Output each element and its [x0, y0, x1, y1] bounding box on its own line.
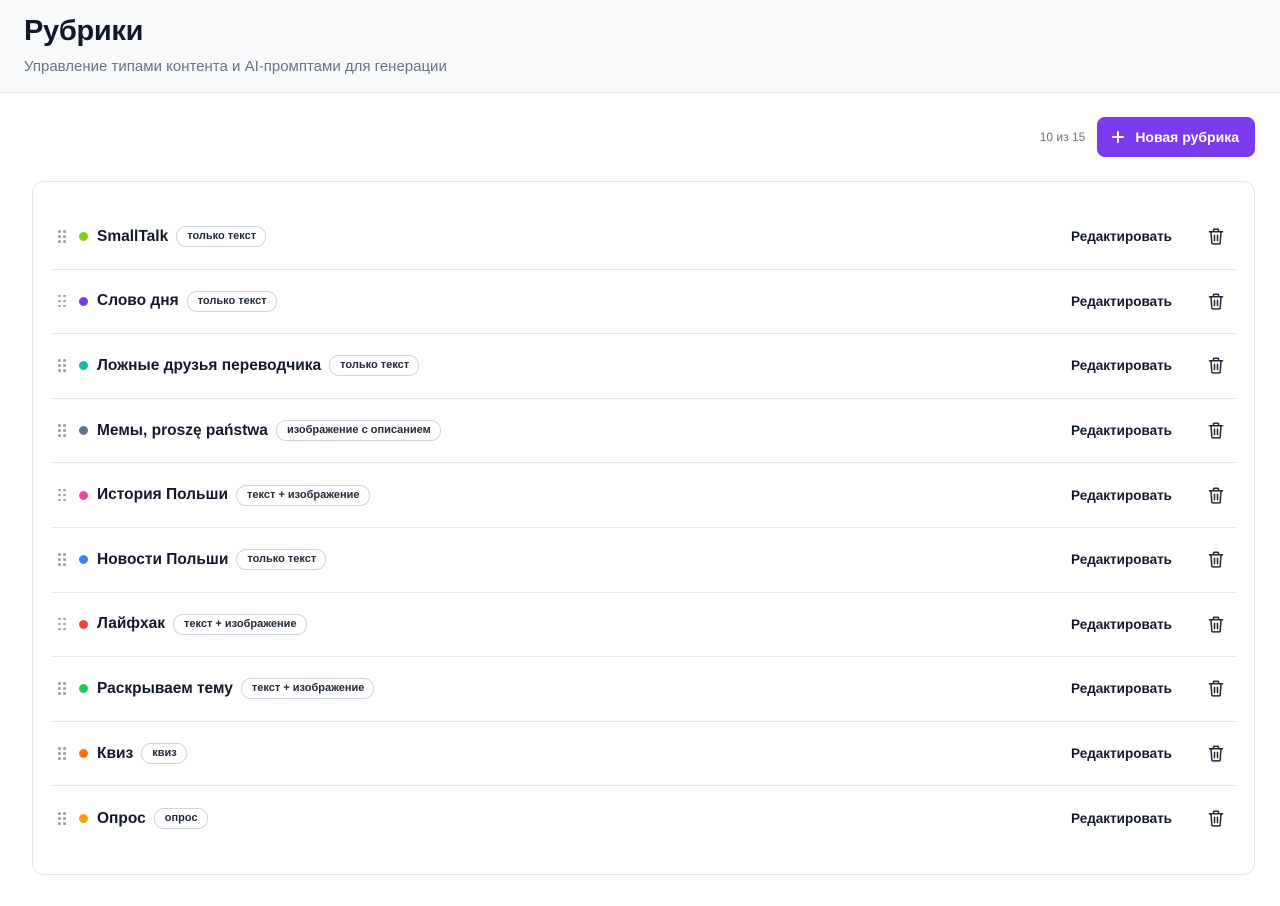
trash-icon [1208, 810, 1224, 827]
delete-button[interactable] [1198, 673, 1234, 705]
rubric-row-7: Лайфхак текст + изображение Редактироват… [51, 593, 1236, 658]
delete-button[interactable] [1198, 803, 1234, 835]
rubric-row-3: Ложные друзья переводчика только текст Р… [51, 334, 1236, 399]
drag-handle-icon[interactable] [58, 488, 66, 502]
drag-handle-icon[interactable] [58, 812, 66, 825]
rubric-type-badge: только текст [176, 226, 267, 248]
rubric-color-dot [79, 490, 88, 500]
rubric-color-dot [79, 684, 88, 694]
rubric-type-badge: только текст [329, 355, 420, 377]
rubric-type-badge: опрос [153, 808, 208, 830]
new-rubric-button[interactable]: Новая рубрика [1097, 117, 1255, 157]
drag-handle-icon[interactable] [58, 230, 66, 243]
rubric-name: SmallTalk [97, 227, 169, 245]
rubric-color-dot [79, 749, 88, 759]
trash-icon [1208, 422, 1224, 439]
drag-handle-icon[interactable] [58, 424, 66, 437]
rubric-counter: 10 из 15 [1039, 130, 1086, 144]
trash-icon [1208, 551, 1224, 568]
rubric-name: Опрос [97, 809, 146, 827]
rubric-row-8: Раскрываем тему текст + изображение Реда… [51, 657, 1236, 722]
delete-button[interactable] [1198, 608, 1234, 640]
rubric-name: Новости Польши [97, 550, 229, 568]
toolbar: 10 из 15 Новая рубрика [0, 93, 1280, 181]
edit-button[interactable]: Редактировать [1071, 617, 1172, 632]
trash-icon [1208, 616, 1224, 633]
rubric-color-dot [79, 555, 88, 565]
trash-icon [1208, 358, 1224, 375]
rubric-row-10: Опрос опрос Редактировать [51, 786, 1236, 851]
edit-button[interactable]: Редактировать [1071, 681, 1172, 696]
new-rubric-button-label: Новая рубрика [1135, 129, 1239, 145]
rubric-name: Лайфхак [97, 615, 165, 633]
rubric-type-badge: квиз [141, 743, 187, 765]
delete-button[interactable] [1198, 544, 1234, 576]
rubric-color-dot [79, 426, 88, 436]
drag-handle-icon[interactable] [58, 747, 66, 760]
rubric-name: Ложные друзья переводчика [97, 356, 322, 374]
rubric-color-dot [79, 619, 88, 629]
trash-icon [1208, 487, 1224, 504]
delete-button[interactable] [1198, 479, 1234, 511]
rubric-name: Мемы, proszę państwa [97, 421, 268, 439]
delete-button[interactable] [1198, 738, 1234, 770]
edit-button[interactable]: Редактировать [1071, 294, 1172, 309]
rubric-row-1: SmallTalk только текст Редактировать [51, 205, 1236, 270]
trash-icon [1208, 745, 1224, 762]
rubric-list: SmallTalk только текст Редактировать Сло… [32, 181, 1255, 875]
page-title: Рубрики [24, 15, 144, 47]
rubric-color-dot [79, 296, 88, 306]
edit-button[interactable]: Редактировать [1071, 811, 1172, 826]
rubric-name: Раскрываем тему [97, 679, 233, 697]
edit-button[interactable]: Редактировать [1071, 229, 1172, 244]
rubric-name: Слово дня [97, 292, 179, 310]
delete-button[interactable] [1198, 415, 1234, 447]
edit-button[interactable]: Редактировать [1071, 746, 1172, 761]
trash-icon [1208, 228, 1224, 245]
trash-icon [1208, 293, 1224, 310]
rubric-row-5: История Польши текст + изображение Редак… [51, 463, 1236, 528]
page-header: Рубрики Управление типами контента и AI-… [0, 0, 1280, 93]
delete-button[interactable] [1198, 221, 1234, 253]
delete-button[interactable] [1198, 350, 1234, 382]
rubric-type-badge: только текст [186, 290, 277, 312]
plus-icon [1112, 131, 1125, 143]
drag-handle-icon[interactable] [58, 617, 66, 631]
trash-icon [1208, 681, 1224, 698]
rubric-color-dot [79, 361, 88, 371]
rubric-name: Квиз [97, 744, 134, 762]
rubric-row-2: Слово дня только текст Редактировать [51, 270, 1236, 335]
rubric-row-4: Мемы, proszę państwa изображение с описа… [51, 399, 1236, 464]
delete-button[interactable] [1198, 285, 1234, 317]
rubric-type-badge: изображение с описанием [275, 420, 441, 442]
drag-handle-icon[interactable] [58, 294, 66, 308]
page-subtitle: Управление типами контента и AI-промптам… [24, 58, 447, 75]
edit-button[interactable]: Редактировать [1071, 488, 1172, 503]
edit-button[interactable]: Редактировать [1071, 423, 1172, 438]
edit-button[interactable]: Редактировать [1071, 552, 1172, 567]
rubric-row-6: Новости Польши только текст Редактироват… [51, 528, 1236, 593]
rubric-type-badge: текст + изображение [236, 484, 370, 506]
drag-handle-icon[interactable] [58, 359, 66, 373]
rubric-color-dot [79, 814, 88, 824]
rubric-type-badge: текст + изображение [240, 678, 375, 700]
drag-handle-icon[interactable] [58, 553, 66, 566]
rubric-color-dot [79, 232, 88, 242]
edit-button[interactable]: Редактировать [1071, 358, 1172, 373]
rubric-name: История Польши [97, 486, 229, 504]
rubric-row-9: Квиз квиз Редактировать [51, 722, 1236, 787]
rubric-type-badge: текст + изображение [172, 613, 307, 635]
rubric-type-badge: только текст [236, 549, 327, 571]
drag-handle-icon[interactable] [58, 682, 66, 696]
